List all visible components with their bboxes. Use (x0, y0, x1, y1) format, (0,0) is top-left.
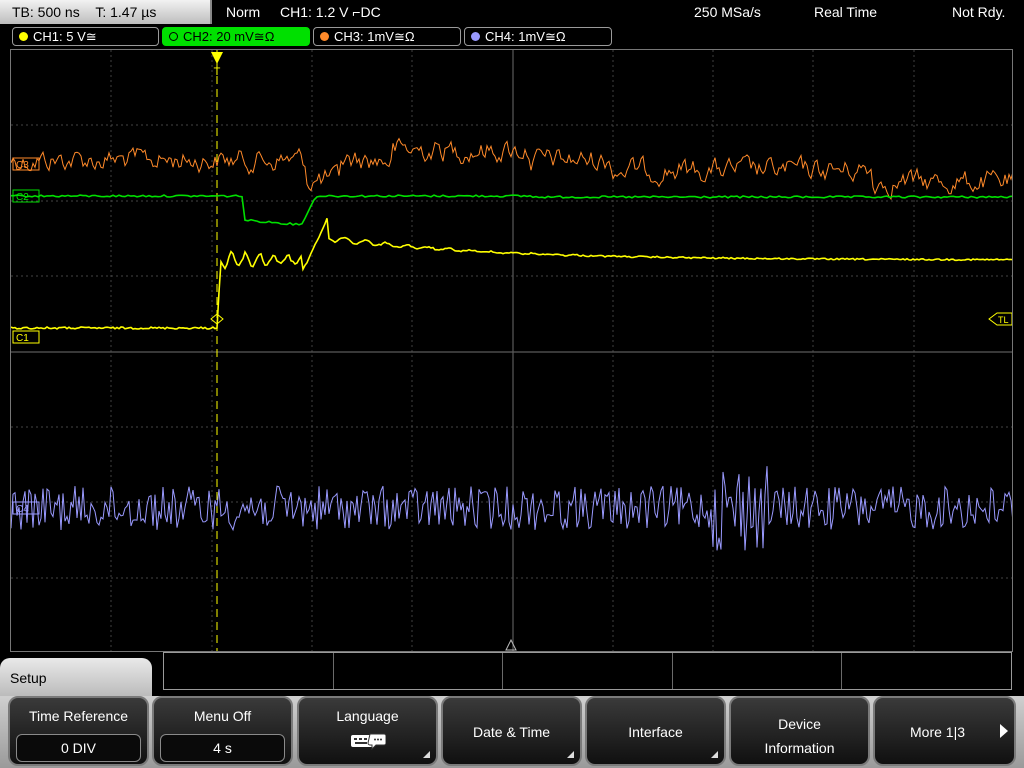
timebase-label: TB: 500 ns (12, 4, 80, 20)
graticule (11, 50, 1012, 651)
info-cell (334, 653, 504, 689)
ch2-dot-icon (169, 32, 178, 41)
ch2-label: CH2: 20 mV≅Ω (183, 29, 275, 44)
channel-tabs: CH1: 5 V≅ CH2: 20 mV≅Ω CH3: 1mV≅Ω CH4: 1… (0, 26, 1024, 48)
trigger-level-marker[interactable]: TL (988, 312, 1012, 326)
status-bar: TB: 500 ns T: 1.47 µs Norm CH1: 1.2 V ⌐D… (0, 0, 1024, 24)
ch3-label: CH3: 1mV≅Ω (334, 29, 415, 44)
keyboard-icon (350, 733, 386, 750)
interface-label: Interface (628, 724, 683, 740)
trace-ch3 (11, 137, 1012, 201)
info-cell (164, 653, 334, 689)
info-cell (842, 653, 1011, 689)
tab-ch4[interactable]: CH4: 1mV≅Ω (464, 27, 612, 46)
more-label: More 1|3 (910, 724, 965, 740)
info-cell (673, 653, 843, 689)
ch4-dot-icon (471, 32, 480, 41)
waveform-svg: T C3 C2 C1 C4 TL (11, 50, 1012, 651)
trace-ch4 (11, 466, 1012, 551)
menu-title-tab: Setup (0, 658, 152, 698)
device-information-label: Device Information (764, 716, 835, 756)
interface-softkey[interactable]: Interface (585, 696, 726, 766)
menu-title: Setup (10, 670, 47, 686)
next-page-arrow-icon (1000, 724, 1008, 738)
info-cell (503, 653, 673, 689)
ch1-offset-marker[interactable]: C1 (12, 330, 40, 344)
tab-ch1[interactable]: CH1: 5 V≅ (12, 27, 159, 46)
trigger-state: Not Rdy. (952, 4, 1006, 20)
tab-ch2[interactable]: CH2: 20 mV≅Ω (162, 27, 310, 46)
time-reference-label: Time Reference (28, 708, 129, 724)
waveform-display[interactable]: T C3 C2 C1 C4 TL (10, 49, 1013, 652)
sample-rate: 250 MSa/s (694, 4, 761, 20)
ch3-offset-marker[interactable]: C3 (12, 157, 40, 171)
menu-off-softkey[interactable]: Menu Off 4 s (152, 696, 293, 766)
ch4-offset-marker[interactable]: C4 (12, 501, 40, 515)
ch1-marker-text: C1 (16, 333, 29, 344)
trigger-pos-text: T (214, 66, 221, 78)
ch4-label: CH4: 1mV≅Ω (485, 29, 566, 44)
date-time-label: Date & Time (472, 724, 551, 740)
softkey-row: Time Reference 0 DIV Menu Off 4 s Langua… (0, 696, 1024, 768)
ch2-marker-text: C2 (16, 192, 29, 203)
trigger-level-text: TL (998, 315, 1009, 325)
submenu-corner-icon (711, 751, 718, 758)
ch3-marker-text: C3 (16, 160, 29, 171)
device-information-softkey[interactable]: Device Information (729, 696, 870, 766)
date-time-softkey[interactable]: Date & Time (441, 696, 582, 766)
center-time-marker-icon (505, 638, 517, 651)
trigger-source[interactable]: CH1: 1.2 V ⌐DC (280, 0, 381, 24)
trace-ch1 (11, 218, 1012, 330)
menu-off-label: Menu Off (193, 708, 252, 724)
timebase-box[interactable]: TB: 500 ns T: 1.47 µs (0, 0, 212, 24)
language-label: Language (336, 708, 399, 724)
trigger-mode[interactable]: Norm (226, 0, 260, 24)
time-reference-softkey[interactable]: Time Reference 0 DIV (8, 696, 149, 766)
ch1-dot-icon (19, 32, 28, 41)
more-softkey[interactable]: More 1|3 (873, 696, 1016, 766)
trigger-time-label: T: 1.47 µs (95, 4, 157, 20)
softkey-menu: Setup Time Reference 0 DIV Menu Off 4 s … (0, 652, 1024, 768)
submenu-corner-icon (423, 751, 430, 758)
trace-ch2 (11, 194, 1012, 226)
time-reference-value: 0 DIV (16, 734, 141, 762)
language-softkey[interactable]: Language (297, 696, 438, 766)
info-strip (163, 652, 1012, 690)
acquisition-mode[interactable]: Real Time (814, 0, 877, 24)
tab-ch3[interactable]: CH3: 1mV≅Ω (313, 27, 461, 46)
ch4-marker-text: C4 (16, 504, 29, 515)
ch3-dot-icon (320, 32, 329, 41)
submenu-corner-icon (567, 751, 574, 758)
ch1-label: CH1: 5 V≅ (33, 29, 97, 44)
menu-off-value: 4 s (160, 734, 285, 762)
